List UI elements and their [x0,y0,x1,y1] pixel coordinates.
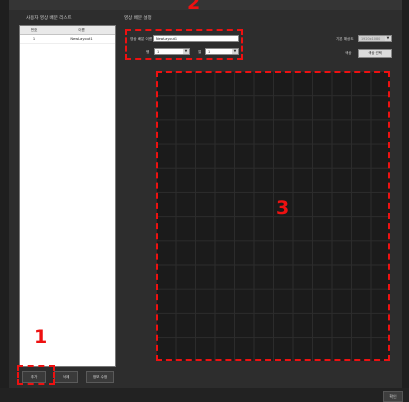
resolution-select[interactable]: 1920x1080 ▼ [358,35,392,42]
chevron-down-icon: ▼ [385,36,391,41]
callout-number-3: 3 [276,197,290,219]
list-item-name: NewLayout1 [70,37,93,41]
layout-list[interactable]: 번호 이름 1 NewLayout1 [19,25,116,367]
color-label: 색상 [345,51,352,55]
column-number: 번호 [30,28,38,32]
window-left-border [0,0,9,402]
bottom-bar: 확인 [0,388,409,402]
resolution-label: 기본 해상도 [336,37,354,41]
list-item-number: 1 [32,37,36,41]
layout-list-title: 사용자 영상 배분 리스트 [26,16,72,21]
window-right-border [402,0,409,402]
column-name: 이름 [78,28,85,32]
callout-number-1: 1 [34,326,48,348]
color-select-button[interactable]: 색상 선택 [358,49,392,58]
callout-box-1 [17,365,55,385]
delete-button[interactable]: 삭제 [54,371,78,383]
layout-settings-title: 영상 배분 설정 [124,16,152,21]
callout-box-3 [156,71,390,361]
list-item[interactable]: 1 NewLayout1 [20,35,115,44]
ok-button[interactable]: 확인 [383,391,403,402]
resolution-select-value: 1920x1080 [361,37,381,41]
callout-number-2: 2 [187,0,201,14]
list-header: 번호 이름 [20,26,115,35]
callout-box-2 [125,29,243,60]
window-title-bar [0,0,409,10]
edit-info-button[interactable]: 정보 수정 [86,371,114,383]
